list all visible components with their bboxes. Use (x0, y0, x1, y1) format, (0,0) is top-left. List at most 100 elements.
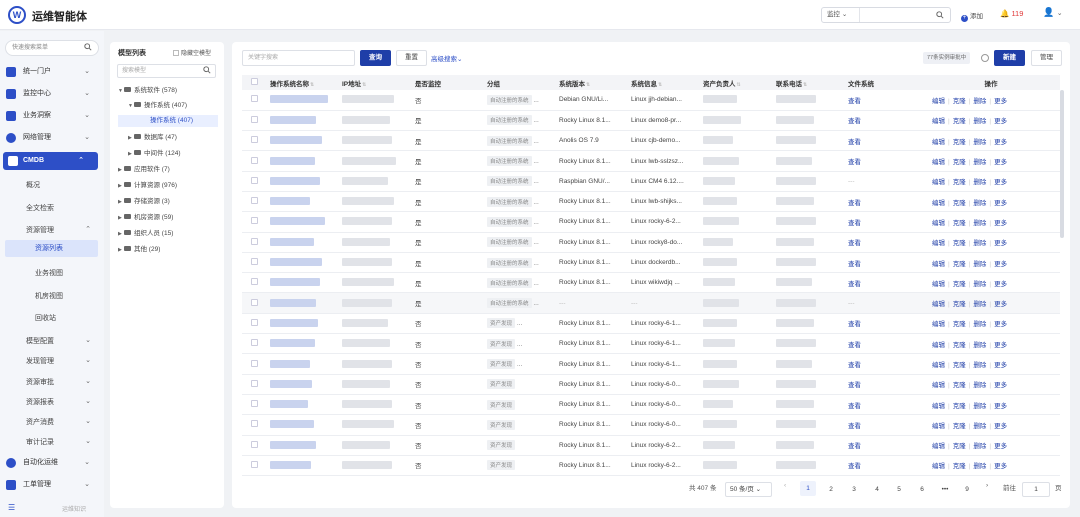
os-name-cell[interactable] (266, 414, 338, 436)
table-row[interactable]: 是自动注册的系统 ... Raspbian GNU/... Linux CM4 6.… (242, 171, 1060, 192)
view-filesystem-link[interactable]: 查看 (848, 342, 861, 349)
delete-link[interactable]: 删除 (973, 200, 986, 207)
delete-link[interactable]: 删除 (973, 220, 986, 227)
tree-node[interactable]: ▶ 中间件 (124) (128, 148, 180, 160)
view-filesystem-link[interactable]: 查看 (848, 463, 861, 470)
page-button[interactable]: 5 (891, 482, 907, 497)
sidebar-item-portal[interactable]: 统一门户 ⌄ (0, 63, 104, 81)
view-filesystem-link[interactable]: 查看 (848, 443, 861, 450)
menu-search-input[interactable]: 快速搜索菜单 (5, 40, 99, 56)
table-row[interactable]: 否资产发现 ... Rocky Linux 8.1... Linux rocky-6… (242, 333, 1060, 355)
table-row[interactable]: 是自动注册的系统 ... Rocky Linux 8.1... Linux rock… (242, 232, 1060, 253)
delete-link[interactable]: 删除 (973, 321, 986, 328)
os-name-cell[interactable] (266, 130, 338, 152)
os-name-cell[interactable] (266, 191, 338, 213)
more-link[interactable]: 更多 (994, 118, 1007, 125)
row-checkbox[interactable] (242, 435, 266, 456)
row-checkbox[interactable] (242, 313, 266, 335)
clone-link[interactable]: 克隆 (953, 139, 966, 146)
sidebar-item-overview[interactable]: 概况 (26, 180, 40, 190)
sidebar-item-discovery[interactable]: 发现管理 ⌄ (26, 356, 98, 366)
clone-link[interactable]: 克隆 (953, 179, 966, 186)
more-link[interactable]: 更多 (994, 301, 1007, 308)
row-checkbox[interactable] (242, 191, 266, 213)
table-row[interactable]: 是自动注册的系统 ... Rocky Linux 8.1... Linux lwb-… (242, 150, 1060, 172)
add-button[interactable]: + 添加 (961, 10, 983, 22)
edit-link[interactable]: 编辑 (932, 220, 945, 227)
approval-badge[interactable]: 77条实例审批中 (923, 52, 971, 64)
table-row[interactable]: 否资产发现 Rocky Linux 8.1... Linux rocky-6-0.… (242, 414, 1060, 436)
edit-link[interactable]: 编辑 (932, 321, 945, 328)
delete-link[interactable]: 删除 (973, 179, 986, 186)
delete-link[interactable]: 删除 (973, 301, 986, 308)
table-row[interactable]: 否资产发现 ... Rocky Linux 8.1... Linux rocky-6… (242, 353, 1060, 375)
row-checkbox[interactable] (242, 374, 266, 395)
row-checkbox[interactable] (242, 455, 266, 477)
model-search-input[interactable]: 搜索模型 (117, 64, 216, 78)
select-all-checkbox[interactable] (242, 75, 266, 90)
delete-link[interactable]: 删除 (973, 118, 986, 125)
tree-node[interactable]: ▶ 应用软件 (7) (118, 164, 170, 176)
os-name-cell[interactable] (266, 313, 338, 335)
table-row[interactable]: 是自动注册的系统 ... Rocky Linux 8.1... Linux wiki… (242, 272, 1060, 294)
sidebar-item-cmdb[interactable]: CMDB ⌃ (3, 152, 98, 170)
hide-empty-checkbox[interactable]: 隐藏空模型 (173, 48, 211, 57)
edit-link[interactable]: 编辑 (932, 342, 945, 349)
more-link[interactable]: 更多 (994, 139, 1007, 146)
view-filesystem-link[interactable]: 查看 (848, 98, 861, 105)
table-row[interactable]: 是自动注册的系统 ... --- --- --- 编辑 | 克隆 | 删除 | 更多 (242, 292, 1060, 314)
next-page-icon[interactable]: › (986, 482, 988, 489)
sidebar-item-network[interactable]: 网络管理 ⌄ (0, 129, 104, 147)
edit-link[interactable]: 编辑 (932, 423, 945, 430)
os-name-cell[interactable] (266, 353, 338, 375)
view-filesystem-link[interactable]: 查看 (848, 139, 861, 146)
keyword-search-input[interactable]: 关键字搜索 (242, 50, 355, 66)
clone-link[interactable]: 克隆 (953, 321, 966, 328)
more-link[interactable]: 更多 (994, 179, 1007, 186)
view-filesystem-link[interactable]: 查看 (848, 261, 861, 268)
view-filesystem-link[interactable]: 查看 (848, 220, 861, 227)
sidebar-item-resource-list[interactable]: 资源列表 (5, 240, 98, 257)
sidebar-item-room-view[interactable]: 机房视图 (35, 291, 63, 301)
clone-link[interactable]: 克隆 (953, 118, 966, 125)
view-filesystem-link[interactable]: 查看 (848, 382, 861, 389)
clone-link[interactable]: 克隆 (953, 200, 966, 207)
view-filesystem-link[interactable]: 查看 (848, 362, 861, 369)
edit-link[interactable]: 编辑 (932, 98, 945, 105)
tree-node-selected[interactable]: 操作系统 (407) (118, 115, 218, 127)
edit-link[interactable]: 编辑 (932, 281, 945, 288)
tree-node[interactable]: ▶ 机房资源 (59) (118, 212, 173, 224)
column-header[interactable]: 系统版本⇅ (555, 75, 627, 90)
page-button[interactable]: 3 (846, 482, 862, 497)
delete-link[interactable]: 删除 (973, 443, 986, 450)
clone-link[interactable]: 克隆 (953, 240, 966, 247)
sidebar-item-approval[interactable]: 资源审批 ⌄ (26, 377, 98, 387)
row-checkbox[interactable] (242, 272, 266, 294)
clone-link[interactable]: 克隆 (953, 403, 966, 410)
sidebar-item-audit[interactable]: 审计记录 ⌄ (26, 437, 98, 447)
view-filesystem-link[interactable]: 查看 (848, 403, 861, 410)
page-button[interactable]: 4 (869, 482, 885, 497)
more-link[interactable]: 更多 (994, 362, 1007, 369)
delete-link[interactable]: 删除 (973, 98, 986, 105)
edit-link[interactable]: 编辑 (932, 301, 945, 308)
row-checkbox[interactable] (242, 292, 266, 314)
row-checkbox[interactable] (242, 150, 266, 172)
row-checkbox[interactable] (242, 394, 266, 416)
os-name-cell[interactable] (266, 292, 338, 314)
page-button[interactable]: 2 (823, 482, 839, 497)
sidebar-item-consumption[interactable]: 资产消费 ⌄ (26, 417, 98, 427)
os-name-cell[interactable] (266, 90, 338, 111)
edit-link[interactable]: 编辑 (932, 179, 945, 186)
os-name-cell[interactable] (266, 252, 338, 274)
clone-link[interactable]: 克隆 (953, 382, 966, 389)
search-scope-select[interactable]: 监控 ⌄ (822, 8, 860, 22)
tree-node[interactable]: ▶ 其他 (29) (118, 244, 160, 256)
sidebar-item-model-config[interactable]: 模型配置 ⌄ (26, 336, 98, 346)
table-row[interactable]: 否资产发现 Rocky Linux 8.1... Linux rocky-6-0.… (242, 374, 1060, 395)
column-header[interactable]: 操作系统名称⇅ (266, 75, 338, 90)
table-row[interactable]: 否资产发现 Rocky Linux 8.1... Linux rocky-6-0.… (242, 394, 1060, 416)
view-filesystem-link[interactable]: 查看 (848, 200, 861, 207)
os-name-cell[interactable] (266, 455, 338, 477)
more-link[interactable]: 更多 (994, 281, 1007, 288)
